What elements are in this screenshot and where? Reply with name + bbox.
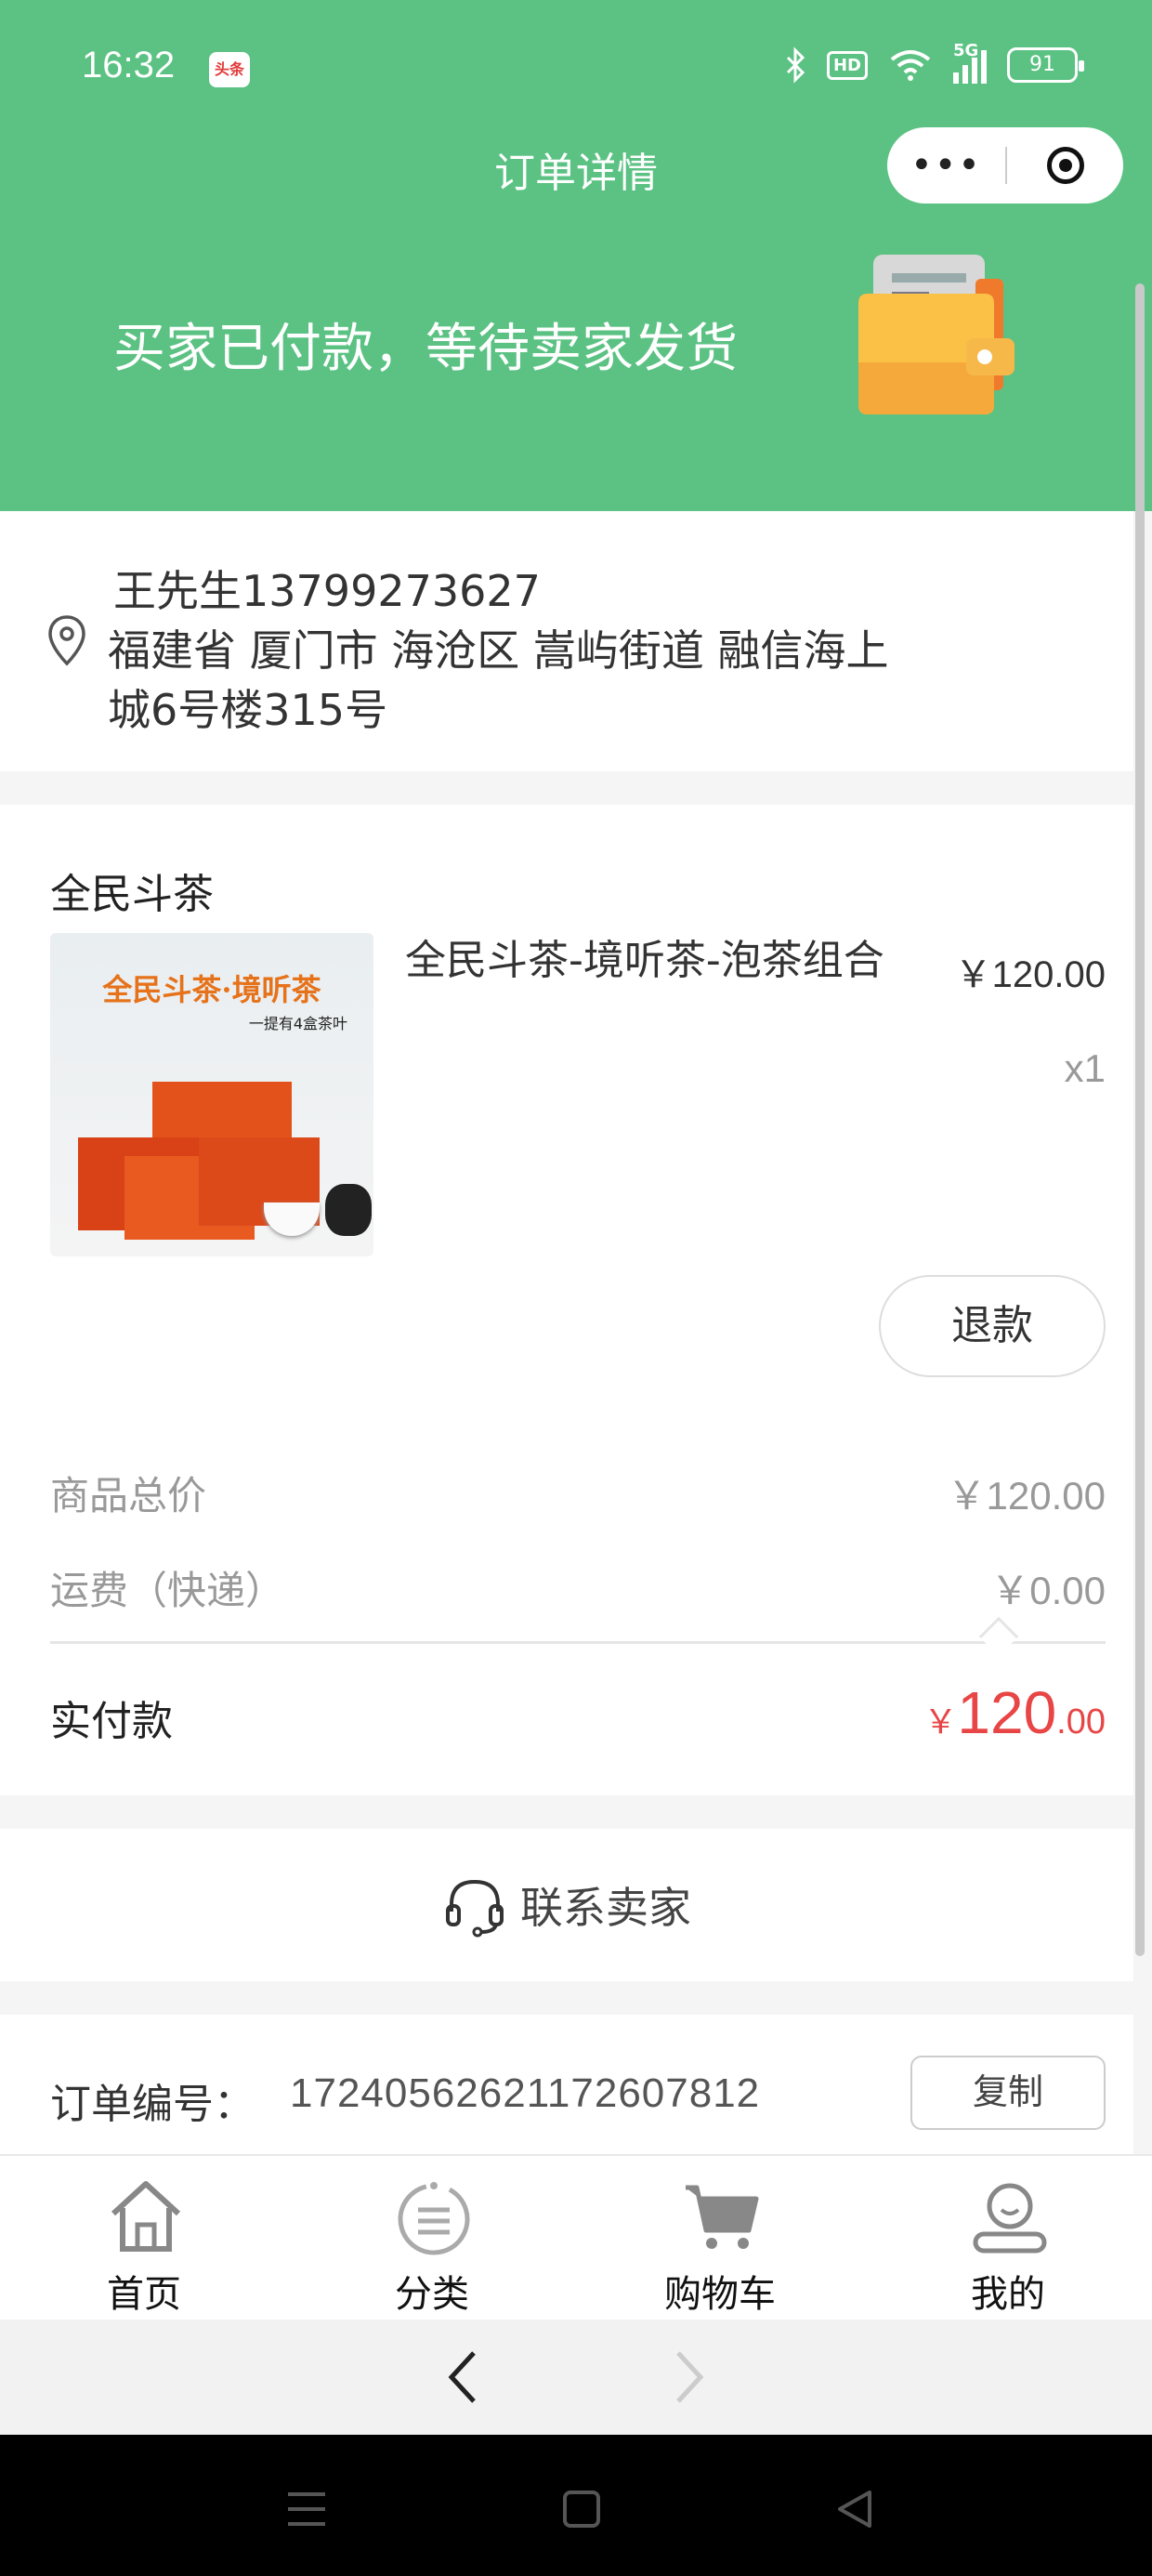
address-card: 王先生13799273627 福建省 厦门市 海沧区 嵩屿街道 融信海上城6号楼… — [0, 511, 1133, 771]
tab-home-label: 首页 — [107, 2273, 181, 2316]
tab-category-label: 分类 — [395, 2273, 469, 2316]
recipient-name-phone: 王先生13799273627 — [113, 566, 541, 616]
divider-notch — [978, 1616, 1019, 1657]
back-triangle-icon[interactable] — [827, 2481, 883, 2537]
more-button[interactable]: ••• — [887, 127, 1005, 204]
toutiao-app-icon: 头条 — [209, 52, 250, 87]
paid-label: 实付款 — [50, 1698, 173, 1745]
status-bar: 16:32 头条 HD 5G 91 — [0, 0, 1152, 139]
product-price: ￥120.00 — [954, 954, 1106, 995]
user-icon — [973, 2183, 1047, 2254]
status-indicators: HD 5G 91 — [784, 41, 1084, 84]
signal-icon: 5G — [953, 41, 987, 84]
home-icon — [111, 2181, 181, 2252]
system-nav-bar — [0, 2435, 1152, 2576]
tab-profile-label: 我的 — [971, 2273, 1045, 2316]
status-time: 16:32 — [82, 45, 176, 85]
shipping-address: 福建省 厦门市 海沧区 嵩屿街道 融信海上城6号楼315号 — [108, 625, 889, 735]
bottom-tabbar: 首页 分类 购物车 我的 — [0, 2154, 1152, 2320]
subtotal-row: 商品总价 ￥120.00 — [50, 1465, 1106, 1521]
scrollbar[interactable] — [1135, 283, 1145, 1956]
tea-cup — [264, 1203, 320, 1236]
category-icon — [398, 2182, 470, 2255]
order-info-card: 订单编号： 17240562621172607812 复制 — [0, 2015, 1133, 2154]
bluetooth-icon — [786, 46, 805, 84]
paid-currency: ￥ — [923, 1702, 958, 1741]
tab-cart-label: 购物车 — [664, 2273, 776, 2316]
network-type: 5G — [953, 41, 979, 60]
tab-category[interactable]: 分类 — [288, 2156, 576, 2320]
product-image[interactable]: 全民斗茶·境听茶 一提有4盒茶叶 — [50, 933, 373, 1256]
target-icon — [1046, 147, 1084, 184]
shipping-value: ￥0.00 — [990, 1569, 1106, 1612]
wallet-icon — [858, 255, 1015, 414]
contact-card: 联系卖家 — [0, 1829, 1133, 1981]
charcoal-piece — [325, 1184, 372, 1236]
order-header: 16:32 头条 HD 5G 91 订单详情 ••• 买家已付款，等待卖家发货 — [0, 0, 1152, 511]
paid-decimal: .00 — [1056, 1702, 1106, 1741]
subtotal-value: ￥120.00 — [947, 1474, 1106, 1518]
refund-button[interactable]: 退款 — [879, 1275, 1106, 1377]
tab-home[interactable]: 首页 — [0, 2156, 288, 2320]
menu-icon[interactable] — [279, 2481, 334, 2537]
home-square-icon[interactable] — [554, 2481, 609, 2537]
shop-name[interactable]: 全民斗茶 — [50, 861, 214, 920]
product-image-title: 全民斗茶·境听茶 — [102, 972, 321, 1007]
tab-cart[interactable]: 购物车 — [576, 2156, 864, 2320]
wifi-icon — [890, 50, 931, 81]
tab-profile[interactable]: 我的 — [864, 2156, 1152, 2320]
close-miniapp-button[interactable] — [1007, 147, 1123, 184]
cart-icon — [686, 2185, 759, 2249]
forward-arrow-icon[interactable] — [652, 2342, 723, 2412]
miniapp-capsule: ••• — [887, 127, 1123, 204]
goods-card: 全民斗茶 全民斗茶·境听茶 一提有4盒茶叶 全民斗茶-境听茶-泡茶组合 ￥120… — [0, 805, 1133, 1795]
hd-icon: HD — [826, 50, 868, 80]
back-arrow-icon[interactable] — [429, 2342, 500, 2412]
product-name[interactable]: 全民斗茶-境听茶-泡茶组合 — [405, 933, 907, 989]
shipping-row: 运费（快递） ￥0.00 — [50, 1559, 1106, 1616]
paid-integer: 120 — [957, 1679, 1057, 1746]
location-pin-icon — [48, 615, 85, 666]
order-number: 17240562621172607812 — [290, 2070, 761, 2116]
battery-icon: 91 — [1007, 47, 1084, 83]
summary-divider — [50, 1641, 1106, 1644]
contact-seller-label: 联系卖家 — [520, 1883, 691, 1933]
order-number-label: 订单编号： — [50, 2081, 255, 2128]
paid-amount: ￥120.00 — [923, 1678, 1106, 1747]
subtotal-label: 商品总价 — [50, 1473, 207, 1518]
product-quantity: x1 — [1064, 1046, 1106, 1090]
product-image-subtitle: 一提有4盒茶叶 — [248, 1015, 347, 1032]
browser-nav-bar — [0, 2320, 1152, 2435]
contact-seller-button[interactable]: 联系卖家 — [0, 1829, 1133, 1981]
order-status-text: 买家已付款，等待卖家发货 — [113, 319, 738, 379]
shipping-label: 运费（快递） — [50, 1568, 285, 1613]
headset-icon — [446, 1879, 504, 1938]
copy-button[interactable]: 复制 — [910, 2056, 1106, 2130]
